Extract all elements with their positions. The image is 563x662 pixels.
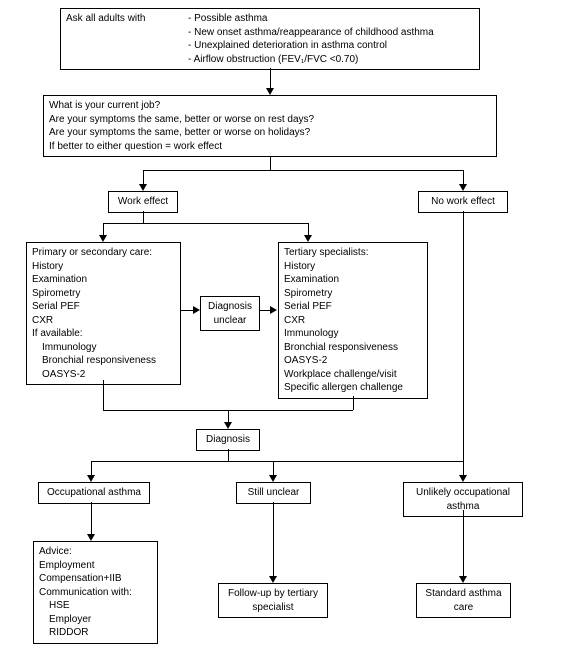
connector xyxy=(260,310,270,311)
connector xyxy=(103,223,104,235)
connector xyxy=(270,68,271,88)
arrowhead-icon xyxy=(99,235,107,242)
arrowhead-icon xyxy=(304,235,312,242)
line: Communication with: xyxy=(39,586,152,600)
connector xyxy=(228,449,229,461)
connector xyxy=(463,510,464,576)
connector xyxy=(91,461,463,462)
arrowhead-icon xyxy=(139,184,147,191)
box-diagnosis: Diagnosis xyxy=(196,429,260,451)
label: Follow-up by tertiary specialist xyxy=(228,588,318,613)
box-standard-care: Standard asthma care xyxy=(416,583,511,618)
item: Serial PEF xyxy=(32,300,175,314)
item: CXR xyxy=(284,314,422,328)
title: Primary or secondary care: xyxy=(32,246,175,260)
question-line: Are your symptoms the same, better or wo… xyxy=(49,113,491,127)
label: Diagnosis unclear xyxy=(208,301,252,326)
item: Examination xyxy=(284,273,422,287)
label: Diagnosis xyxy=(206,434,250,445)
item: Examination xyxy=(32,273,175,287)
box-diagnosis-unclear: Diagnosis unclear xyxy=(200,296,260,331)
if-available: If available: xyxy=(32,327,175,341)
item: Serial PEF xyxy=(284,300,422,314)
item: Possible asthma xyxy=(188,12,434,26)
box-still-unclear: Still unclear xyxy=(236,482,311,504)
item: History xyxy=(32,260,175,274)
arrowhead-icon xyxy=(87,534,95,541)
box-primary-care: Primary or secondary care: History Exami… xyxy=(26,242,181,385)
connector xyxy=(273,461,274,475)
item: Specific allergen challenge xyxy=(284,381,422,395)
connector xyxy=(270,156,271,170)
item: Unexplained deterioration in asthma cont… xyxy=(188,39,434,53)
item: Spirometry xyxy=(32,287,175,301)
arrowhead-icon xyxy=(459,184,467,191)
item: OASYS-2 xyxy=(284,354,422,368)
item: OASYS-2 xyxy=(32,368,175,382)
connector xyxy=(91,502,92,534)
item: Bronchial responsiveness xyxy=(32,354,175,368)
connector xyxy=(273,502,274,576)
item: CXR xyxy=(32,314,175,328)
box-advice: Advice: Employment Compensation+IIB Comm… xyxy=(33,541,158,644)
connector xyxy=(143,170,144,184)
arrowhead-icon xyxy=(269,576,277,583)
item: Bronchial responsiveness xyxy=(284,341,422,355)
sub: HSE xyxy=(39,599,152,613)
arrowhead-icon xyxy=(459,475,467,482)
flowchart: Ask all adults with Possible asthma New … xyxy=(8,8,555,654)
item: Airflow obstruction (FEV₁/FVC <0.70) xyxy=(188,53,434,67)
box-work-effect: Work effect xyxy=(108,191,178,213)
connector xyxy=(103,380,104,410)
connector xyxy=(143,170,463,171)
connector xyxy=(463,211,464,475)
arrowhead-icon xyxy=(270,306,277,314)
question-line: What is your current job? xyxy=(49,99,491,113)
label: Still unclear xyxy=(248,487,300,498)
box-questions: What is your current job? Are your sympt… xyxy=(43,95,497,157)
connector xyxy=(103,223,308,224)
line: Advice: xyxy=(39,545,152,559)
question-line: Are your symptoms the same, better or wo… xyxy=(49,126,491,140)
box-occupational-asthma: Occupational asthma xyxy=(38,482,150,504)
connector xyxy=(143,211,144,223)
label: Standard asthma care xyxy=(425,588,501,613)
arrowhead-icon xyxy=(459,576,467,583)
connector xyxy=(181,310,193,311)
sub: Employer xyxy=(39,613,152,627)
label: Unlikely occupational asthma xyxy=(416,487,510,512)
box-tertiary: Tertiary specialists: History Examinatio… xyxy=(278,242,428,399)
arrowhead-icon xyxy=(87,475,95,482)
box-ask-adults: Ask all adults with Possible asthma New … xyxy=(60,8,480,70)
label: Work effect xyxy=(118,196,168,207)
ask-adults-lead: Ask all adults with xyxy=(66,12,186,66)
arrowhead-icon xyxy=(269,475,277,482)
connector xyxy=(228,410,229,422)
item: Immunology xyxy=(284,327,422,341)
connector xyxy=(308,223,309,235)
title: Tertiary specialists: xyxy=(284,246,422,260)
ask-adults-items: Possible asthma New onset asthma/reappea… xyxy=(186,12,434,66)
label: No work effect xyxy=(431,196,495,207)
connector xyxy=(463,170,464,184)
label: Occupational asthma xyxy=(47,487,141,498)
item: Workplace challenge/visit xyxy=(284,368,422,382)
line: Compensation+IIB xyxy=(39,572,152,586)
arrowhead-icon xyxy=(224,422,232,429)
sub: RIDDOR xyxy=(39,626,152,640)
connector xyxy=(353,396,354,410)
box-no-work-effect: No work effect xyxy=(418,191,508,213)
item: New onset asthma/reappearance of childho… xyxy=(188,26,434,40)
arrowhead-icon xyxy=(193,306,200,314)
item: Spirometry xyxy=(284,287,422,301)
item: History xyxy=(284,260,422,274)
connector xyxy=(91,461,92,475)
line: Employment xyxy=(39,559,152,573)
arrowhead-icon xyxy=(266,88,274,95)
question-line: If better to either question = work effe… xyxy=(49,140,491,154)
box-followup: Follow-up by tertiary specialist xyxy=(218,583,328,618)
item: Immunology xyxy=(32,341,175,355)
